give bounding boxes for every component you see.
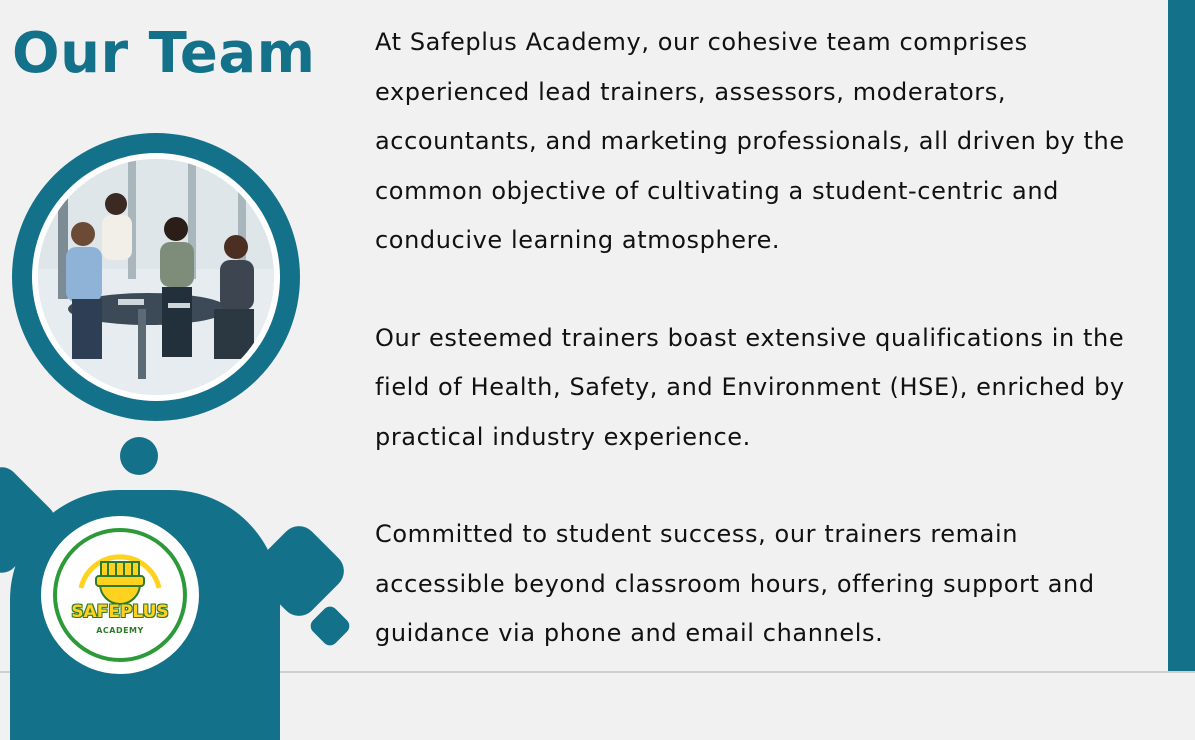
- hardhat-gear-icon: [78, 554, 162, 605]
- team-photo-frame: [12, 133, 300, 421]
- team-photo: [38, 159, 274, 395]
- right-accent-bar: [1168, 0, 1195, 673]
- logo-wordmark: SAFEPLUS: [71, 602, 169, 622]
- safeplus-logo: SAFEPLUS ACADEMY: [41, 516, 199, 674]
- decor-dot: [120, 437, 158, 475]
- slide-title: Our Team: [12, 21, 316, 86]
- paragraph-intro: At Safeplus Academy, our cohesive team c…: [375, 28, 1125, 254]
- decor-diamond-small: [307, 603, 353, 649]
- team-meeting-illustration: [38, 159, 274, 395]
- paragraph-trainers: Our esteemed trainers boast extensive qu…: [375, 323, 1125, 451]
- body-text: At Safeplus Academy, our cohesive team c…: [375, 18, 1155, 707]
- logo-subtitle: ACADEMY: [96, 626, 144, 635]
- paragraph-support: Committed to student success, our traine…: [375, 520, 1095, 647]
